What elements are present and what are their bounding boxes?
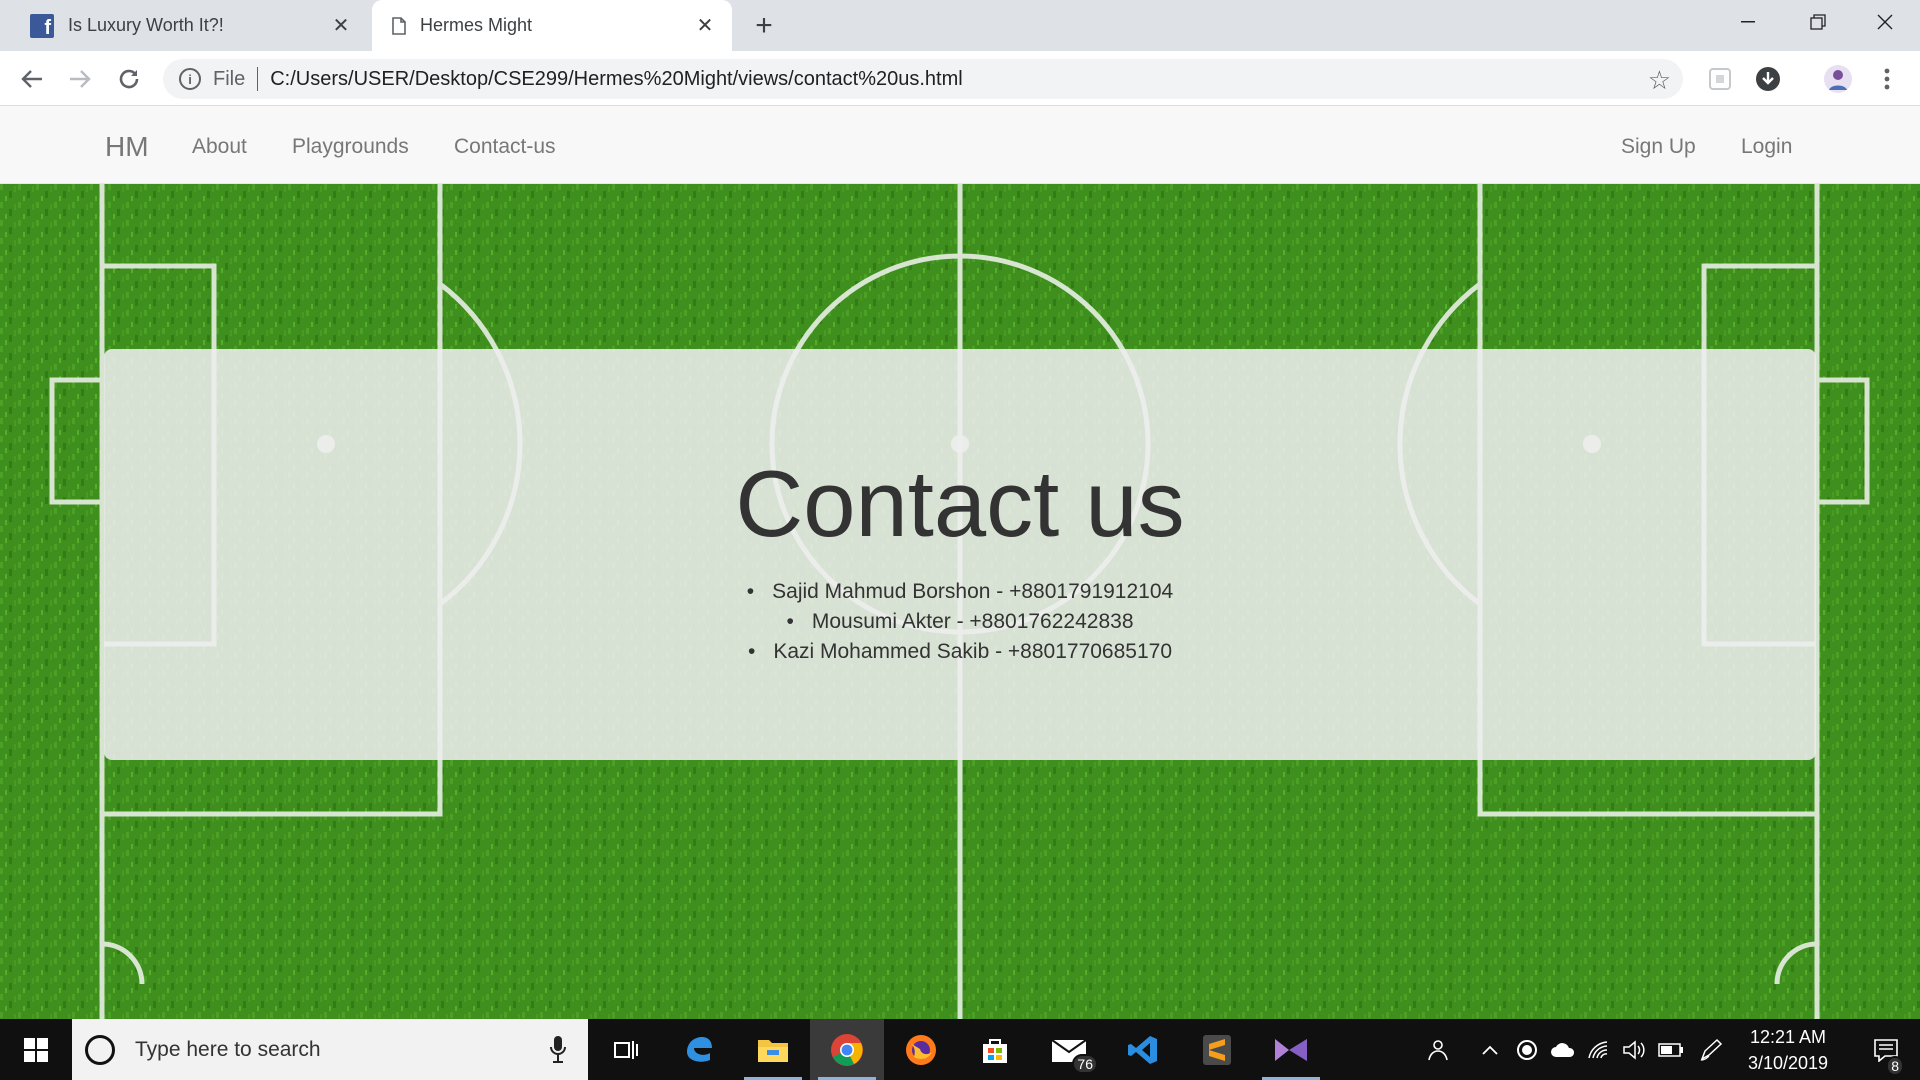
firefox-icon[interactable] xyxy=(884,1019,958,1080)
nav-link-sign-up[interactable]: Sign Up xyxy=(1621,135,1696,159)
reload-button[interactable] xyxy=(112,62,146,96)
mail-icon[interactable]: 76 xyxy=(1032,1019,1106,1080)
restore-button[interactable] xyxy=(1783,0,1853,44)
microphone-icon[interactable] xyxy=(550,1035,566,1069)
page-title: Contact us xyxy=(735,451,1185,556)
menu-kebab-icon[interactable] xyxy=(1870,62,1904,96)
page-icon xyxy=(392,16,406,35)
download-icon[interactable] xyxy=(1751,62,1785,96)
page-viewport: HM About Playgrounds Contact-us Sign Up … xyxy=(0,106,1920,1019)
vscode-icon[interactable] xyxy=(1106,1019,1180,1080)
nav-link-login[interactable]: Login xyxy=(1741,135,1792,159)
brand-link[interactable]: HM xyxy=(105,131,149,163)
battery-icon[interactable] xyxy=(1654,1019,1688,1080)
clock-time: 12:21 AM xyxy=(1749,1027,1827,1047)
info-icon[interactable]: i xyxy=(179,68,201,90)
profile-avatar[interactable] xyxy=(1821,62,1855,96)
close-icon[interactable]: ✕ xyxy=(328,12,354,38)
mail-badge: 76 xyxy=(1072,1054,1098,1074)
record-icon[interactable] xyxy=(1510,1019,1544,1080)
url-text[interactable]: C:/Users/USER/Desktop/CSE299/Hermes%20Mi… xyxy=(270,68,962,91)
file-explorer-icon[interactable] xyxy=(736,1019,810,1080)
forward-button[interactable] xyxy=(63,62,97,96)
divider xyxy=(257,67,259,91)
new-tab-button[interactable]: + xyxy=(748,9,780,42)
system-clock[interactable]: 12:21 AM 3/10/2019 xyxy=(1730,1024,1846,1076)
contact-item: Mousumi Akter - +8801762242838 xyxy=(104,607,1816,637)
site-navbar: HM About Playgrounds Contact-us Sign Up … xyxy=(0,106,1920,184)
chrome-icon[interactable] xyxy=(810,1019,884,1080)
taskbar-search-box[interactable]: Type here to search xyxy=(72,1019,588,1080)
chevron-up-icon[interactable] xyxy=(1476,1019,1504,1080)
bookmark-star-icon[interactable]: ☆ xyxy=(1648,65,1671,96)
windows-icon xyxy=(24,1037,48,1062)
taskbar: Type here to search 76 12:21 AM 3/10/201… xyxy=(0,1019,1920,1080)
facebook-icon: f xyxy=(30,13,54,38)
extension-icon[interactable] xyxy=(1703,62,1737,96)
pen-icon[interactable] xyxy=(1694,1019,1728,1080)
nav-link-contact-us[interactable]: Contact-us xyxy=(454,135,556,159)
minimize-button[interactable] xyxy=(1713,0,1783,44)
visual-studio-icon[interactable] xyxy=(1254,1019,1328,1080)
close-window-button[interactable] xyxy=(1850,0,1920,44)
address-bar[interactable]: i File C:/Users/USER/Desktop/CSE299/Herm… xyxy=(163,59,1683,99)
task-view-icon[interactable] xyxy=(588,1019,662,1080)
tab-title: Hermes Might xyxy=(420,15,533,35)
nav-link-playgrounds[interactable]: Playgrounds xyxy=(292,135,409,159)
tab-hermes-might[interactable]: Hermes Might ✕ xyxy=(372,0,732,51)
tab-is-luxury-worth-it[interactable]: f Is Luxury Worth It?! ✕ xyxy=(18,0,368,51)
back-button[interactable] xyxy=(15,62,49,96)
close-icon[interactable]: ✕ xyxy=(692,12,718,38)
contact-item: Kazi Mohammed Sakib - +8801770685170 xyxy=(104,637,1816,667)
cortana-icon xyxy=(85,1034,115,1065)
onedrive-icon[interactable] xyxy=(1546,1019,1580,1080)
browser-toolbar: i File C:/Users/USER/Desktop/CSE299/Herm… xyxy=(0,51,1920,106)
store-icon[interactable] xyxy=(958,1019,1032,1080)
contact-jumbotron: Contact us Sajid Mahmud Borshon - +88017… xyxy=(104,349,1816,760)
wifi-icon[interactable] xyxy=(1582,1019,1616,1080)
tab-title: Is Luxury Worth It?! xyxy=(68,15,224,35)
tab-strip: f Is Luxury Worth It?! ✕ Hermes Might ✕ … xyxy=(0,0,1920,51)
nav-link-about[interactable]: About xyxy=(192,135,247,159)
clock-date: 3/10/2019 xyxy=(1747,1053,1829,1073)
notification-badge: 8 xyxy=(1886,1056,1904,1076)
volume-icon[interactable] xyxy=(1618,1019,1652,1080)
scheme-label: File xyxy=(213,67,246,90)
people-icon[interactable] xyxy=(1416,1019,1456,1080)
action-center-icon[interactable]: 8 xyxy=(1852,1019,1920,1080)
contact-list: Sajid Mahmud Borshon - +8801791912104 Mo… xyxy=(104,577,1816,667)
start-button[interactable] xyxy=(0,1019,72,1080)
sublime-text-icon[interactable] xyxy=(1180,1019,1254,1080)
edge-icon[interactable] xyxy=(662,1019,736,1080)
contact-item: Sajid Mahmud Borshon - +8801791912104 xyxy=(104,577,1816,607)
search-placeholder: Type here to search xyxy=(135,1037,321,1061)
